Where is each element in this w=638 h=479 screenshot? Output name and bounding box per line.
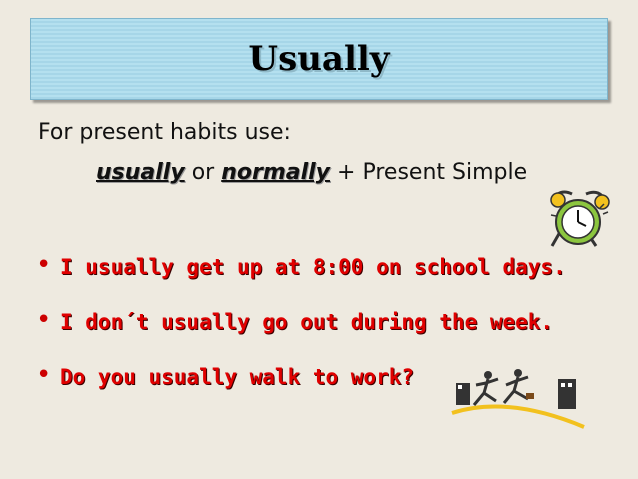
bullet-icon: • [36,360,52,390]
keyword-normally: normally [221,160,331,185]
bullet-icon: • [36,250,52,280]
plus-sign: + [337,160,356,185]
example-sentence: I don´t usually go out during the week. [60,310,554,334]
title-banner: Usually [30,18,608,100]
keyword-usually: usually [96,160,185,185]
formula-line: usually or normally + Present Simple [96,160,527,185]
list-item: • I usually get up at 8:00 on school day… [36,252,566,307]
joiner-or: or [191,160,215,185]
list-item: • I don´t usually go out during the week… [36,307,566,362]
intro-text: For present habits use: [38,120,291,145]
example-sentence: Do you usually walk to work? [60,365,415,389]
bullet-icon: • [36,305,52,335]
slide-title: Usually [248,39,390,79]
example-sentence: I usually get up at 8:00 on school days. [60,255,566,279]
running-businessman-icon [451,369,585,429]
formula-rest: Present Simple [362,160,528,185]
alarm-clock-icon [550,190,610,247]
